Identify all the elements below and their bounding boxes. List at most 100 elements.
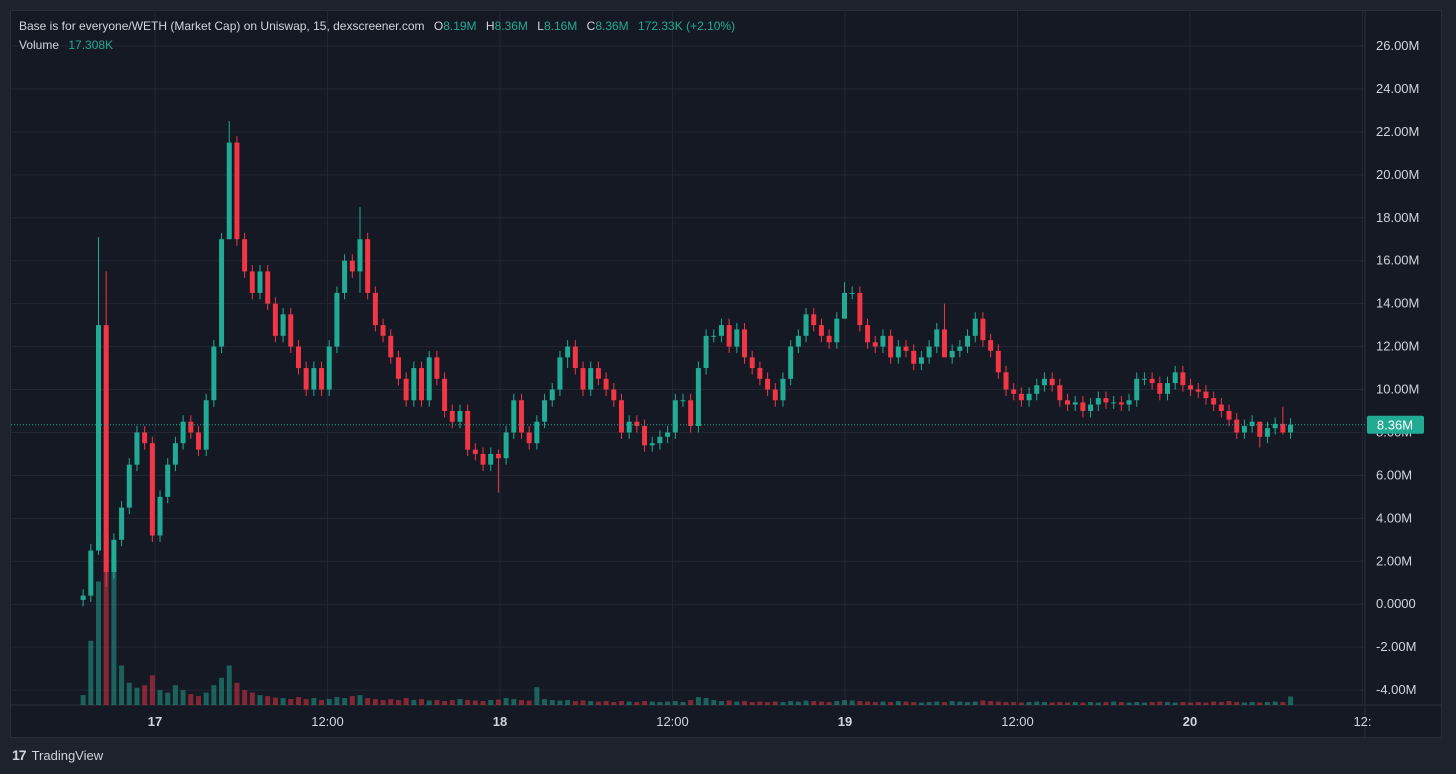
footer[interactable]: 17 TradingView — [12, 747, 103, 763]
candle — [749, 350, 755, 375]
candle — [211, 340, 217, 407]
candle — [1203, 385, 1209, 405]
candle-body — [311, 368, 317, 390]
candle — [511, 393, 517, 439]
candle-body — [1249, 421, 1255, 427]
candle-body — [157, 496, 163, 536]
candle-body — [195, 432, 201, 450]
candle-body — [449, 410, 455, 422]
candle — [257, 264, 263, 300]
high-value: 8.36M — [494, 19, 528, 33]
candle-body — [941, 329, 947, 358]
candle-body — [503, 432, 509, 459]
candle — [1234, 413, 1240, 439]
candle — [649, 436, 655, 452]
volume-bar — [480, 701, 486, 705]
candle — [1180, 365, 1186, 392]
volume-bar — [1172, 702, 1178, 705]
candle-body — [1195, 389, 1201, 392]
candle — [918, 350, 924, 371]
volume-bar — [234, 682, 240, 705]
candle — [1011, 383, 1017, 401]
candlestick-chart[interactable]: 26.00M 24.00M 22.00M 20.00M 18.00M 16.00M 14.0… — [0, 0, 1456, 774]
candle-body — [1172, 372, 1178, 384]
volume-bar — [1134, 702, 1140, 705]
candle-body — [334, 292, 340, 347]
candle — [357, 207, 363, 293]
candle-body — [680, 400, 686, 402]
y-tick-label: 6.00M — [1376, 467, 1412, 482]
candle-body — [511, 400, 517, 433]
candle — [1018, 387, 1024, 407]
candle — [265, 264, 271, 311]
candle-body — [96, 325, 102, 551]
candle — [911, 344, 917, 371]
y-tick-label: 20.00M — [1376, 167, 1419, 182]
volume-bar — [695, 697, 701, 705]
candle-body — [711, 335, 717, 337]
open-label: O — [433, 19, 444, 33]
candle — [665, 426, 671, 444]
candle — [795, 329, 801, 354]
candle — [1141, 372, 1147, 386]
volume-bar — [488, 700, 494, 705]
volume-bar — [1065, 702, 1071, 705]
candle-body — [826, 335, 832, 343]
volume-bar — [1234, 702, 1240, 705]
candle-body — [1241, 426, 1247, 433]
candle-body — [457, 410, 463, 422]
candle — [903, 340, 909, 358]
candle-body — [949, 350, 955, 358]
candle — [526, 426, 532, 450]
candle — [549, 383, 555, 407]
candle — [680, 393, 686, 407]
volume-bar — [242, 690, 248, 705]
candle — [941, 303, 947, 358]
candle — [96, 237, 102, 555]
volume-bar — [534, 687, 540, 705]
candle-body — [242, 239, 248, 272]
volume-bar — [980, 700, 986, 705]
candle-body — [957, 346, 963, 351]
candle-body — [1111, 402, 1117, 404]
candle — [657, 430, 663, 450]
volume-bar — [1080, 702, 1086, 705]
candle — [1057, 378, 1063, 407]
candle-body — [1141, 378, 1147, 380]
volume-bar — [572, 701, 578, 705]
volume-bar — [465, 700, 471, 705]
candle — [411, 361, 417, 407]
volume-bar — [972, 701, 978, 705]
volume-bar — [111, 556, 117, 705]
candle — [1072, 395, 1078, 411]
candle — [1095, 391, 1101, 411]
candle — [949, 344, 955, 364]
candle-body — [772, 389, 778, 401]
candle — [788, 340, 794, 386]
volume-bar — [934, 701, 940, 705]
candle-body — [542, 400, 548, 422]
candle-body — [642, 426, 648, 446]
volume-bar — [918, 702, 924, 705]
volume-bar — [557, 700, 563, 705]
volume-bar — [911, 702, 917, 705]
candle-body — [834, 318, 840, 343]
candle-body — [572, 346, 578, 369]
candle-body — [288, 314, 294, 347]
candle-body — [1065, 400, 1071, 405]
volume-label: Volume — [19, 38, 60, 52]
candle — [1034, 378, 1040, 401]
candle — [342, 254, 348, 300]
candle — [319, 361, 325, 396]
volume-bar — [1264, 702, 1270, 705]
volume-bar — [1211, 701, 1217, 705]
volume-bar — [542, 699, 548, 705]
volume-bar — [1118, 702, 1124, 705]
candle-body — [403, 378, 409, 401]
candle — [503, 426, 509, 465]
candle-body — [442, 378, 448, 411]
volume-bar — [319, 700, 325, 705]
candle-body — [411, 368, 417, 401]
candle-body — [1211, 398, 1217, 405]
volume-bar — [657, 702, 663, 705]
